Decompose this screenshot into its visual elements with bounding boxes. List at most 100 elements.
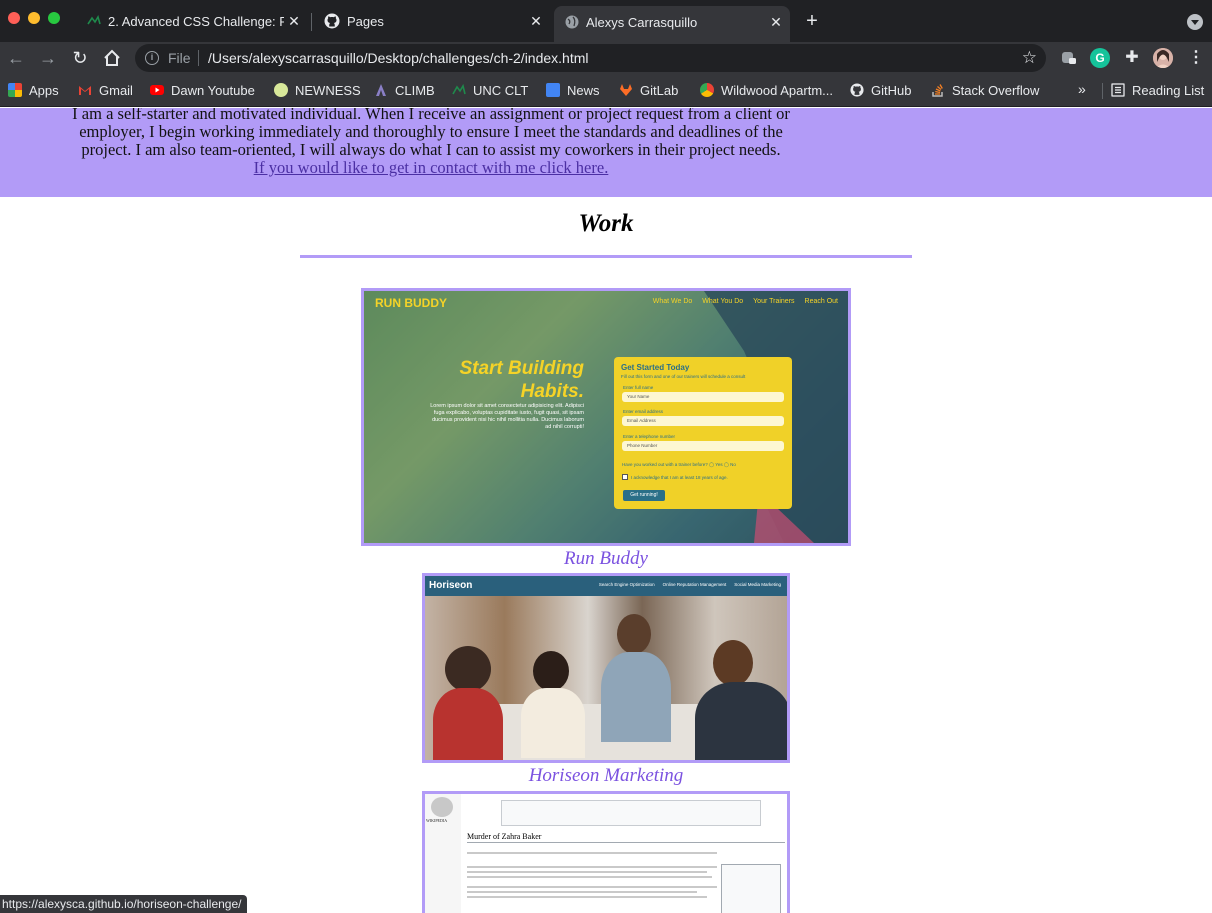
horiseon-nav: Search Engine Optimization Online Reputa… [599,582,781,587]
project-caption-run-buddy[interactable]: Run Buddy [0,548,1212,570]
work-divider [300,255,912,258]
horiseon-thumbnail[interactable]: Horiseon Search Engine Optimization Onli… [422,573,790,763]
back-arrow-icon[interactable]: ← [5,47,27,69]
bookmark-gmail[interactable]: Gmail [78,81,133,99]
wiki-banner [501,800,761,826]
chrome-icon [700,83,714,97]
bookmark-label: Dawn Youtube [171,82,255,98]
hero-body-text: Lorem ipsum dolor sit amet consectetur a… [430,403,584,430]
stackoverflow-icon [932,84,943,97]
bookmark-unc-clt[interactable]: UNC CLT [452,81,528,99]
address-bar[interactable]: i File /Users/alexyscarrasquillo/Desktop… [135,44,1046,72]
headline-line-2: Habits. [520,381,584,402]
about-text: I am a self-starter and motivated indivi… [72,108,790,159]
reading-list-icon [1111,83,1125,97]
bookmark-star-icon[interactable]: ☆ [1022,48,1037,68]
project-caption-horiseon[interactable]: Horiseon Marketing [0,765,1212,787]
person-head [533,651,569,691]
wiki-text-line [467,896,707,898]
browser-toolbar: ← → ↻ i File /Users/alexyscarrasquillo/D… [0,42,1212,74]
bookmarks-bar: Apps Gmail Dawn Youtube NEWNESS CLIMB UN… [0,74,1212,107]
nav-link: Social Media Marketing [734,582,781,587]
reading-list-label: Reading List [1132,82,1205,98]
close-window-button[interactable] [8,12,20,24]
bookmark-label: Wildwood Apartm... [721,82,833,98]
bookmark-label: UNC CLT [473,82,529,98]
scheme-label: File [168,50,191,66]
bookmark-apps[interactable]: Apps [8,81,59,99]
more-menu-icon[interactable]: ⋮ [1186,48,1206,68]
bookmark-label: Gmail [99,82,133,98]
url-text[interactable]: /Users/alexyscarrasquillo/Desktop/challe… [208,50,589,66]
horiseon-logo: Horiseon [429,580,473,591]
bookmark-climb[interactable]: CLIMB [374,81,435,99]
run-buddy-thumbnail[interactable]: RUN BUDDY What We Do What You Do Your Tr… [361,288,851,546]
checkbox-icon [622,474,628,480]
tab-strip: 2. Advanced CSS Challenge: Pi ✕ Pages ✕ … [0,0,1212,42]
wiki-title-rule [467,842,785,843]
run-buddy-nav: What We Do What You Do Your Trainers Rea… [653,298,838,305]
bookmark-newness[interactable]: NEWNESS [274,81,361,99]
tab-advanced-css-challenge[interactable]: 2. Advanced CSS Challenge: Pi ✕ [76,6,308,36]
forward-arrow-icon[interactable]: → [37,47,59,69]
new-tab-button[interactable]: + [803,11,821,31]
person-body [521,688,585,758]
form-title: Get Started Today [621,363,690,372]
email-field: Email Address [622,416,784,426]
person-body [695,682,787,760]
form-subtitle: Fill out this form and one of our traine… [621,374,746,379]
wiki-text-line [467,876,712,878]
name-field: Your Name [622,392,784,402]
tab-search-icon[interactable] [1187,14,1203,30]
bookmark-label: Apps [29,82,59,98]
edx-icon [87,15,101,25]
reload-icon[interactable]: ↻ [69,47,91,69]
info-icon[interactable]: i [145,51,159,65]
minimize-window-button[interactable] [28,12,40,24]
bookmark-wildwood[interactable]: Wildwood Apartm... [700,81,833,99]
newness-icon [274,83,288,97]
bookmark-stack-overflow[interactable]: Stack Overflow [931,81,1039,99]
bookmark-news[interactable]: News [546,81,600,99]
person-body [433,688,503,760]
contact-link[interactable]: If you would like to get in contact with… [70,159,792,177]
wikipedia-thumbnail[interactable]: WIKIPEDIA Murder of Zahra Baker [422,791,790,913]
github-icon [324,13,340,29]
person-head [617,614,651,654]
nav-link: Online Reputation Management [662,582,727,587]
wiki-wordmark: WIKIPEDIA [426,818,448,823]
apps-grid-icon [8,83,22,97]
extension-ghostery-icon[interactable] [1059,48,1079,68]
bookmarks-divider [1102,83,1103,99]
signup-form-preview: Get Started Today Fill out this form and… [614,357,792,509]
close-icon[interactable]: ✕ [286,13,302,29]
bookmarks-overflow-icon[interactable]: » [1078,81,1086,97]
extensions-puzzle-icon[interactable]: ✚ [1122,48,1142,68]
nav-link: Reach Out [804,298,838,305]
bookmark-label: News [567,82,600,98]
bookmark-gitlab[interactable]: GitLab [619,81,678,99]
home-icon[interactable] [101,47,123,69]
tab-title: 2. Advanced CSS Challenge: Pi [108,13,284,29]
tab-alexys-carrasquillo[interactable]: Alexys Carrasquillo ✕ [554,6,790,42]
reading-list-button[interactable]: Reading List [1111,81,1204,99]
tab-title: Alexys Carrasquillo [586,15,698,30]
grammarly-icon[interactable]: G [1090,48,1110,68]
close-icon[interactable]: ✕ [768,14,784,30]
wiki-sidebar: WIKIPEDIA [425,794,461,913]
bookmark-github[interactable]: GitHub [850,81,911,99]
profile-avatar[interactable] [1153,48,1173,68]
link-status-bubble: https://alexysca.github.io/horiseon-chal… [0,895,248,913]
close-icon[interactable]: ✕ [528,13,544,29]
bookmark-dawn-youtube[interactable]: Dawn Youtube [150,81,255,99]
bookmark-label: Stack Overflow [952,82,1040,98]
person-body [601,652,671,742]
checkbox-label: I acknowledge that I am at least 18 year… [631,474,728,480]
bookmark-label: GitHub [871,82,912,98]
zoom-window-button[interactable] [48,12,60,24]
age-acknowledgement: I acknowledge that I am at least 18 year… [622,474,728,480]
wiki-text-line [467,871,707,873]
tab-pages[interactable]: Pages ✕ [314,6,550,36]
trainer-question: Have you worked out with a trainer befor… [622,462,736,467]
page-viewport: I am a self-starter and motivated indivi… [0,108,1212,913]
